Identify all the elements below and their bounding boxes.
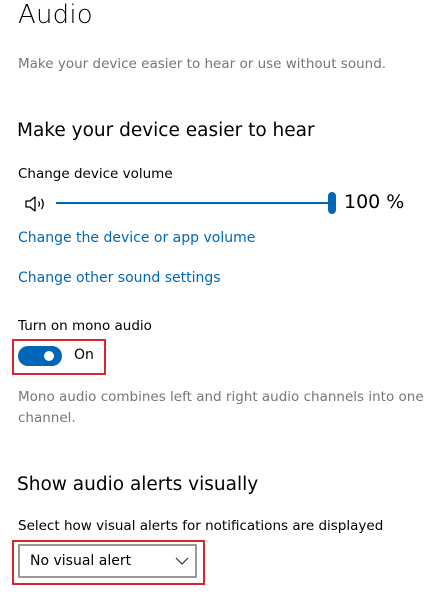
section-heading-hear: Make your device easier to hear (17, 120, 315, 141)
mono-audio-description: Mono audio combines left and right audio… (18, 389, 424, 426)
mono-audio-label: Turn on mono audio (18, 318, 152, 334)
section-heading-alerts: Show audio alerts visually (17, 474, 259, 495)
volume-label: Change device volume (18, 166, 173, 182)
speaker-icon (25, 196, 44, 212)
volume-slider-track[interactable] (56, 202, 332, 204)
mono-toggle-state: On (74, 347, 94, 363)
dropdown-selected-value: No visual alert (30, 553, 132, 569)
visual-alert-dropdown[interactable]: No visual alert (18, 544, 197, 578)
volume-slider-thumb[interactable] (328, 192, 336, 214)
link-change-app-volume[interactable]: Change the device or app volume (18, 230, 255, 246)
page-subtitle: Make your device easier to hear or use w… (18, 56, 387, 72)
visual-alerts-label: Select how visual alerts for notificatio… (18, 518, 384, 534)
link-other-sound-settings[interactable]: Change other sound settings (18, 270, 221, 286)
chevron-down-icon (175, 557, 189, 565)
page-title: Audio (18, 0, 93, 30)
mono-audio-toggle[interactable] (18, 346, 62, 366)
volume-value: 100 % (344, 191, 405, 213)
toggle-knob (44, 351, 54, 361)
